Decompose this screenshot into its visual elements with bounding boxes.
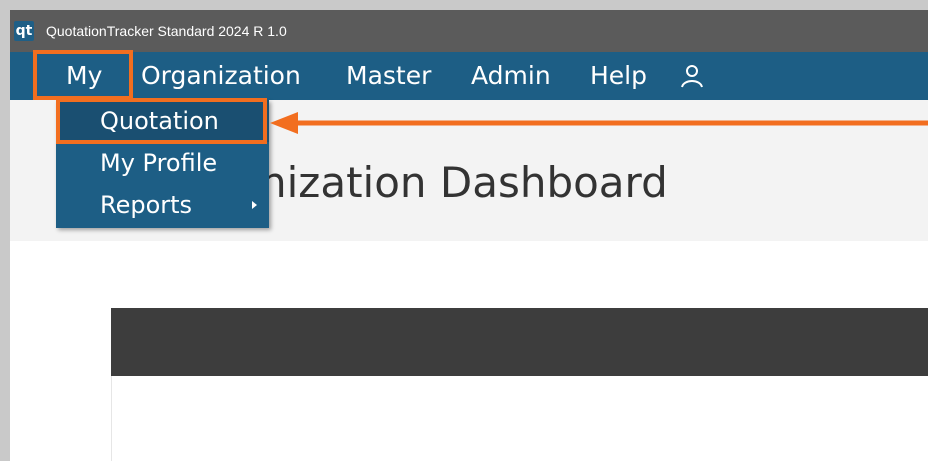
menu-bar: My Organization Master Admin Help <box>10 52 928 100</box>
title-bar: qt QuotationTracker Standard 2024 R 1.0 <box>10 10 928 52</box>
menu-admin[interactable]: Admin <box>471 52 551 100</box>
submenu-arrow-icon <box>252 201 257 209</box>
dropdown-item-label: Reports <box>100 191 193 219</box>
app-icon: qt <box>14 21 34 41</box>
menu-organization[interactable]: Organization <box>141 52 301 100</box>
dropdown-item-label: My Profile <box>100 149 218 177</box>
window-title: QuotationTracker Standard 2024 R 1.0 <box>46 23 287 39</box>
annotation-arrow <box>270 112 928 134</box>
highlight-box-quotation <box>56 98 267 144</box>
panel-header <box>111 308 928 376</box>
dropdown-item-reports[interactable]: Reports <box>56 184 269 226</box>
dropdown-item-my-profile[interactable]: My Profile <box>56 142 269 184</box>
menu-master[interactable]: Master <box>346 52 431 100</box>
panel-body <box>111 376 928 461</box>
page-title: nization Dashboard <box>260 158 668 207</box>
menu-help[interactable]: Help <box>590 52 647 100</box>
highlight-box-my <box>33 50 133 100</box>
user-icon[interactable] <box>680 64 704 88</box>
